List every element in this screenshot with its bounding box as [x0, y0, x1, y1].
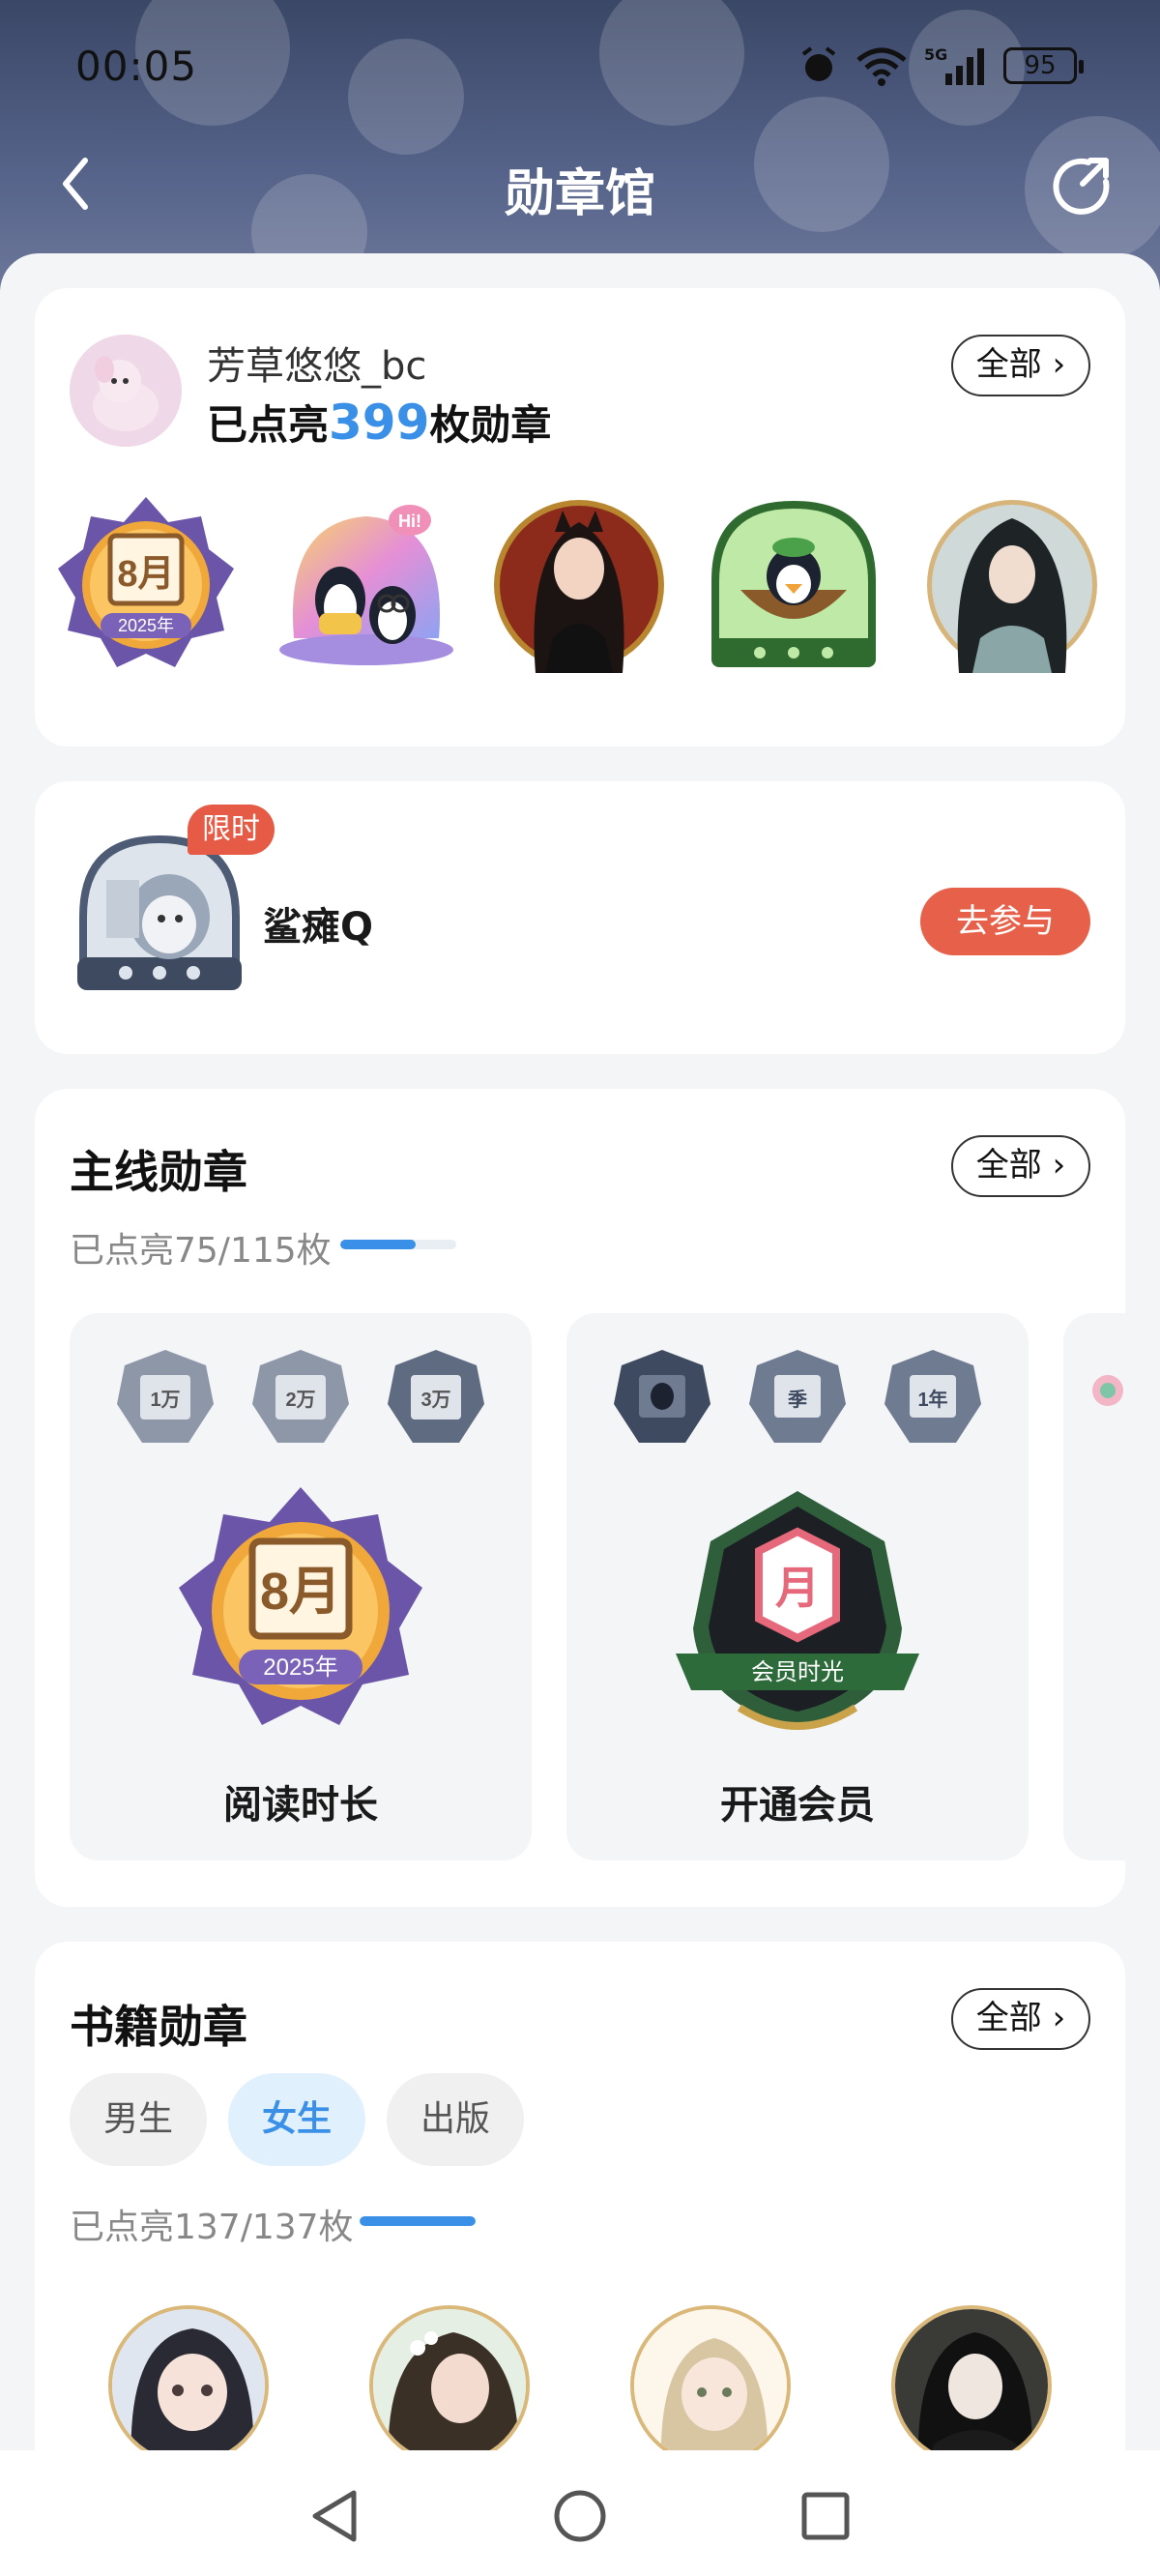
profile-all-button[interactable]: 全部 ›	[951, 335, 1090, 396]
books-category-tabs: 男生 女生 出版	[70, 2073, 524, 2166]
lit-suffix: 枚勋章	[429, 401, 552, 449]
limited-badge-name: 鲨瘫Q	[263, 905, 374, 950]
avatar[interactable]	[70, 335, 182, 447]
nav-back-icon[interactable]	[307, 2487, 365, 2545]
book-badge-1[interactable]	[108, 2305, 269, 2466]
tab-female[interactable]: 女生	[228, 2073, 365, 2166]
all-label: 全部	[975, 345, 1042, 384]
book-badge-2[interactable]	[369, 2305, 530, 2466]
badge-reading-20k-label: 2万	[285, 1390, 315, 1411]
signal-5g-icon: 5G	[924, 45, 984, 85]
badge-reading-30k-label: 3万	[420, 1390, 450, 1411]
tile-more[interactable]	[1063, 1313, 1125, 1860]
svg-text:5G: 5G	[924, 45, 947, 64]
main-progress-fill	[340, 1240, 417, 1249]
badge-large-month-label: 8月	[260, 1563, 341, 1621]
book-badge-4[interactable]	[891, 2305, 1052, 2466]
badge-membership-month-label: 月	[775, 1563, 820, 1613]
share-icon[interactable]	[1050, 155, 1112, 217]
tab-male[interactable]: 男生	[70, 2073, 207, 2166]
status-icons: 5G 95	[798, 44, 1084, 87]
badge-penguin-coconut[interactable]	[702, 493, 885, 677]
system-nav-bar	[0, 2450, 1160, 2576]
tab-published[interactable]: 出版	[387, 2073, 524, 2166]
membership-small-badges: 季 1年	[566, 1346, 1029, 1450]
all-label: 全部	[975, 1999, 1042, 2037]
status-time: 00:05	[75, 43, 198, 90]
lit-summary: 已点亮399枚勋章	[207, 393, 551, 452]
badge-membership-ribbon-label: 会员时光	[751, 1659, 844, 1685]
wifi-icon	[856, 47, 907, 86]
badge-reading-month[interactable]: 8月 2025年	[54, 493, 238, 677]
page-title: 勋章馆	[504, 165, 655, 223]
join-button[interactable]: 去参与	[920, 888, 1090, 955]
books-progress-fill	[360, 2216, 476, 2226]
battery-icon: 95	[1003, 47, 1084, 84]
main-progress-text: 已点亮75/115枚	[70, 1231, 332, 1271]
badge-large-year-label: 2025年	[263, 1654, 337, 1681]
badge-member-year-label: 1年	[917, 1388, 947, 1411]
nav-recents-icon[interactable]	[797, 2487, 855, 2545]
limited-tag: 限时	[188, 805, 275, 855]
all-label: 全部	[975, 1146, 1042, 1185]
badge-reading-10k: 1万	[117, 1350, 214, 1443]
books-section-title: 书籍勋章	[70, 2001, 247, 2053]
badge-reading-month-large: 8月 2025年	[179, 1487, 422, 1725]
badge-reading-30k: 3万	[388, 1350, 484, 1443]
profile-card: 芳草悠悠_bc 已点亮399枚勋章 全部 › 8月 2025年 Hi!	[35, 288, 1125, 746]
main-progress-bar	[340, 1240, 456, 1249]
badge-member-basic	[614, 1350, 710, 1443]
alarm-icon	[801, 46, 836, 81]
book-badge-3[interactable]	[630, 2305, 791, 2466]
status-bar: 00:05 5G 95	[0, 0, 1160, 135]
badge-reading-year-label: 2025年	[118, 616, 174, 635]
badge-membership-month-large: 月 会员时光	[676, 1491, 919, 1730]
badge-hi-label: Hi!	[398, 512, 421, 531]
tile-membership-name: 开通会员	[720, 1783, 875, 1828]
lit-count: 399	[329, 395, 430, 451]
badge-character-portrait-2[interactable]	[920, 493, 1104, 677]
tile-membership[interactable]: 季 1年 月 会员时光 开通会员	[566, 1313, 1029, 1860]
badge-reading-10k-label: 1万	[150, 1390, 180, 1411]
reading-small-badges: 1万 2万 3万	[70, 1346, 532, 1450]
books-all-button[interactable]: 全部 ›	[951, 1988, 1090, 2050]
main-badges-card: 主线勋章 全部 › 已点亮75/115枚 1万 2万 3万 8月 2025年 阅…	[35, 1089, 1125, 1907]
badge-member-season-label: 季	[787, 1389, 807, 1411]
main-all-button[interactable]: 全部 ›	[951, 1135, 1090, 1197]
badge-member-season: 季	[749, 1350, 846, 1443]
lit-prefix: 已点亮	[207, 401, 330, 449]
username: 芳草悠悠_bc	[207, 344, 427, 389]
books-progress-text: 已点亮137/137枚	[70, 2208, 354, 2247]
main-section-title: 主线勋章	[70, 1146, 247, 1198]
limited-event-card: 限时 鲨瘫Q 去参与	[35, 781, 1125, 1054]
badge-reading-20k: 2万	[252, 1350, 349, 1443]
badge-penguin-hi[interactable]: Hi!	[275, 493, 458, 677]
tile-reading-time-name: 阅读时长	[223, 1783, 378, 1828]
books-progress-bar	[360, 2216, 476, 2226]
tile-reading-time[interactable]: 1万 2万 3万 8月 2025年 阅读时长	[70, 1313, 532, 1860]
badge-character-portrait-1[interactable]	[487, 493, 671, 677]
badge-reading-month-label: 8月	[117, 554, 174, 595]
nav-home-icon[interactable]	[551, 2487, 609, 2545]
badge-peek-icon	[1092, 1375, 1123, 1406]
badge-member-year: 1年	[884, 1350, 981, 1443]
recent-badges: 8月 2025年 Hi!	[54, 493, 1127, 687]
